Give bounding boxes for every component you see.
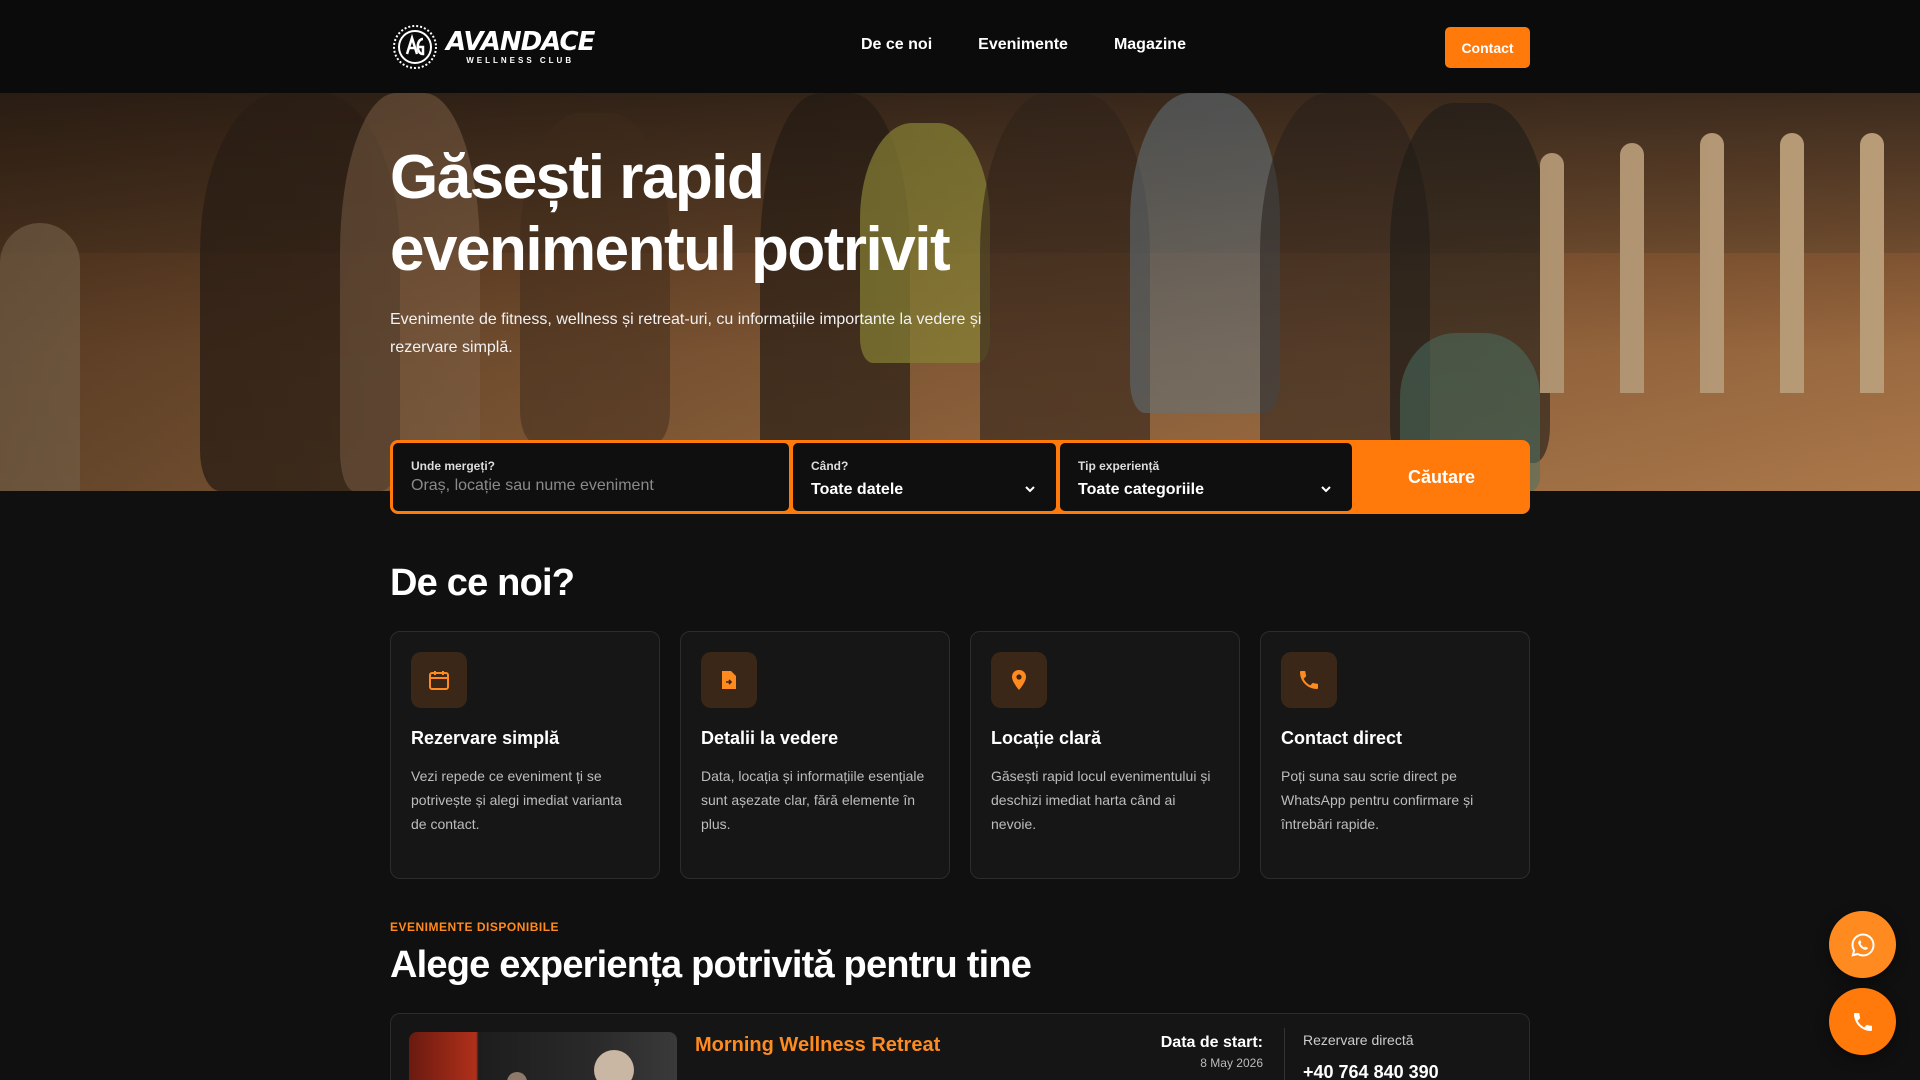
- event-search-form: Unde mergeți? Când? Toate datele Tip exp…: [390, 440, 1530, 514]
- search-button[interactable]: Căutare: [1356, 443, 1527, 511]
- calendar-icon: [429, 671, 449, 690]
- type-value: Toate categoriile: [1078, 481, 1204, 498]
- when-value: Toate datele: [811, 481, 904, 498]
- hero-title-line2: evenimentul potrivit: [390, 215, 951, 284]
- contact-button[interactable]: Contact: [1445, 27, 1530, 68]
- event-date-label: Data de start:: [1160, 1034, 1263, 1051]
- why-cards: Rezervare simplă Vezi repede ce evenimen…: [390, 631, 1530, 879]
- hero-title: Găsești rapid evenimentul potrivit: [390, 142, 951, 286]
- phone-icon: [1853, 1012, 1872, 1031]
- main-nav: De ce noi Evenimente Magazine: [861, 36, 1186, 54]
- type-select[interactable]: Tip experiență Toate categoriile: [1060, 443, 1352, 511]
- event-title[interactable]: Morning Wellness Retreat: [695, 1034, 940, 1057]
- event-card[interactable]: Morning Wellness Retreat Data de start: …: [390, 1013, 1530, 1080]
- when-select[interactable]: Când? Toate datele: [793, 443, 1056, 511]
- where-input[interactable]: [411, 477, 771, 495]
- when-label: Când?: [811, 459, 849, 473]
- event-thumbnail: [409, 1032, 677, 1080]
- why-section-title: De ce noi?: [390, 562, 575, 604]
- nav-item-evenimente[interactable]: Evenimente: [978, 36, 1068, 54]
- chevron-down-icon: [1321, 486, 1331, 493]
- event-phone-link[interactable]: +40 764 840 390: [1303, 1062, 1439, 1080]
- events-eyebrow: EVENIMENTE DISPONIBILE: [390, 920, 560, 934]
- feature-card-title: Locație clară: [991, 728, 1102, 748]
- nav-item-magazine[interactable]: Magazine: [1114, 36, 1186, 54]
- call-button[interactable]: [1829, 988, 1896, 1055]
- event-date: 8 May 2026: [1200, 1056, 1263, 1070]
- logo-tagline: WELLNESS CLUB: [466, 56, 575, 65]
- site-header: AVANDACE WELLNESS CLUB De ce noi Evenime…: [0, 0, 1920, 93]
- nav-item-de-ce-noi[interactable]: De ce noi: [861, 36, 932, 54]
- feature-card-text: Poți suna sau scrie direct pe WhatsApp p…: [1281, 768, 1474, 832]
- feature-card: Contact direct Poți suna sau scrie direc…: [1260, 631, 1530, 879]
- feature-card: Rezervare simplă Vezi repede ce evenimen…: [390, 631, 660, 879]
- events-section-title: Alege experiența potrivită pentru tine: [390, 944, 1032, 986]
- logo-mark-icon: [393, 25, 437, 69]
- feature-card-text: Găsești rapid locul evenimentului și des…: [991, 768, 1211, 832]
- brand-logo[interactable]: AVANDACE WELLNESS CLUB: [392, 24, 595, 70]
- document-icon: [722, 671, 736, 689]
- map-pin-icon: [1012, 670, 1026, 690]
- hero-title-line1: Găsești rapid: [390, 143, 765, 212]
- where-label: Unde mergeți?: [411, 459, 496, 473]
- type-label: Tip experiență: [1078, 459, 1160, 473]
- feature-card-text: Vezi repede ce eveniment ți se potriveșt…: [411, 768, 622, 832]
- divider: [1284, 1028, 1285, 1080]
- whatsapp-button[interactable]: [1829, 911, 1896, 978]
- feature-card-title: Contact direct: [1281, 728, 1403, 748]
- chevron-down-icon: [1025, 486, 1035, 493]
- feature-card-title: Detalii la vedere: [701, 728, 839, 748]
- feature-card-title: Rezervare simplă: [411, 728, 560, 748]
- hero-banner: [0, 93, 1920, 491]
- logo-wordmark: AVANDACE: [446, 27, 595, 57]
- where-field[interactable]: Unde mergeți?: [393, 443, 789, 511]
- feature-card: Detalii la vedere Data, locația și infor…: [680, 631, 950, 879]
- phone-icon: [1300, 671, 1318, 689]
- feature-card-text: Data, locația și informațiile esențiale …: [701, 768, 925, 832]
- hero-subtitle: Evenimente de fitness, wellness și retre…: [390, 311, 982, 356]
- feature-card: Locație clară Găsești rapid locul evenim…: [970, 631, 1240, 879]
- event-reservation-label: Rezervare directă: [1303, 1032, 1414, 1048]
- whatsapp-icon: [1850, 932, 1875, 957]
